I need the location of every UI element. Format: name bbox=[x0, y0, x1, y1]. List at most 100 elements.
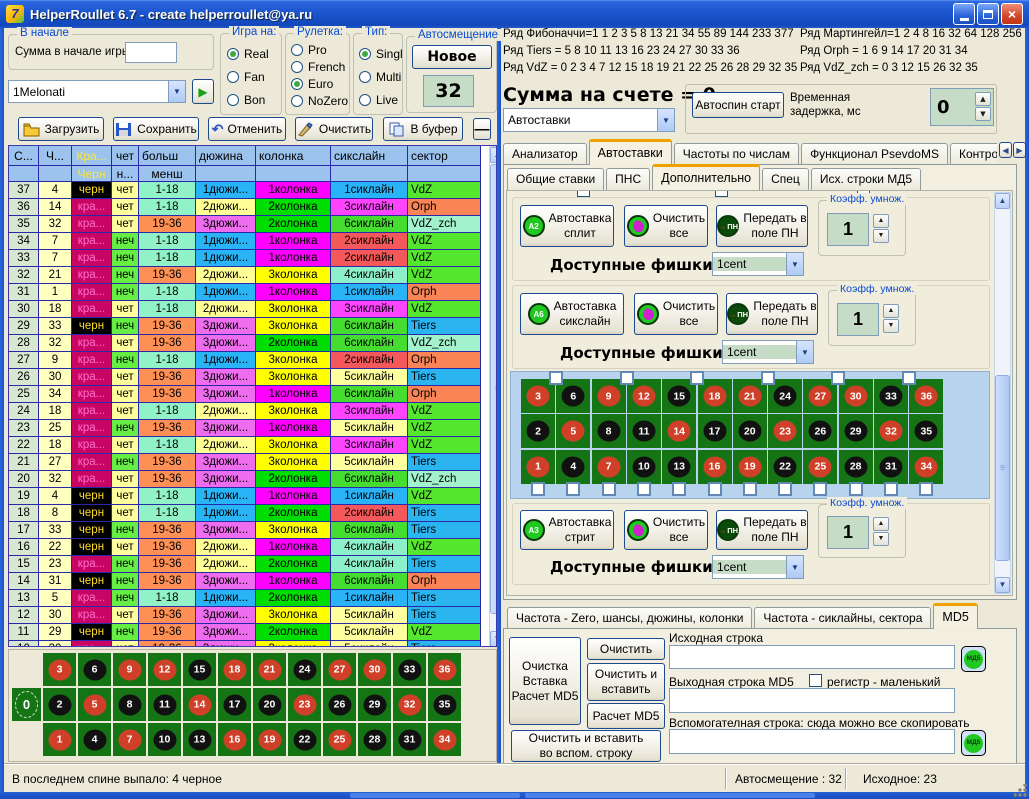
sixline-checkbox[interactable] bbox=[549, 371, 563, 385]
spin-down-button[interactable]: ▼ bbox=[883, 319, 899, 333]
scroll-up-button[interactable]: ▲ bbox=[490, 147, 497, 163]
bet-number-11[interactable]: 11 bbox=[627, 414, 661, 448]
spin-down-button[interactable]: ▼ bbox=[873, 532, 889, 546]
board-number-26[interactable]: 26 bbox=[323, 688, 356, 721]
tab-1[interactable]: Частота - Zero, шансы, дюжины, колонки bbox=[507, 607, 752, 629]
board-number-24[interactable]: 24 bbox=[288, 653, 321, 686]
md5-aux-input[interactable] bbox=[669, 729, 955, 754]
table-row[interactable]: 1230кра...чет19-363дюжи...3колонка5сикла… bbox=[9, 607, 496, 624]
board-number-36[interactable]: 36 bbox=[428, 653, 461, 686]
board-number-9[interactable]: 9 bbox=[113, 653, 146, 686]
bet-number-19[interactable]: 19 bbox=[733, 450, 767, 484]
table-row[interactable]: 1431черннеч19-363дюжи...1колонка6сиклайн… bbox=[9, 573, 496, 590]
board-number-31[interactable]: 31 bbox=[393, 723, 426, 756]
table-row[interactable]: 2127кра...неч19-363дюжи...3колонка5сикла… bbox=[9, 454, 496, 471]
chevron-down-icon[interactable]: ▼ bbox=[657, 109, 674, 131]
street-checkbox[interactable] bbox=[849, 482, 863, 496]
tab-2[interactable]: Автоставки bbox=[589, 139, 672, 165]
bet-number-20[interactable]: 20 bbox=[733, 414, 767, 448]
sixline-checkbox[interactable] bbox=[902, 371, 916, 385]
clear-button[interactable]: Очистить bbox=[295, 117, 373, 141]
sixline-checkbox[interactable] bbox=[831, 371, 845, 385]
table-row[interactable]: 347кра...неч1-181дюжи...1колонка2сиклайн… bbox=[9, 233, 496, 250]
spin-up-button[interactable]: ▲ bbox=[873, 517, 889, 531]
bet-checkbox[interactable] bbox=[715, 190, 728, 197]
board-number-10[interactable]: 10 bbox=[148, 723, 181, 756]
street-checkbox[interactable] bbox=[531, 482, 545, 496]
tabs-scroll-left-button[interactable]: ◀ bbox=[999, 142, 1012, 158]
street-checkbox[interactable] bbox=[778, 482, 792, 496]
street-checkbox[interactable] bbox=[602, 482, 616, 496]
table-row[interactable]: 2325кра...неч19-363дюжи...1колонка5сикла… bbox=[9, 420, 496, 437]
register-checkbox[interactable] bbox=[809, 674, 822, 687]
street-checkbox[interactable] bbox=[919, 482, 933, 496]
autobet-sixline-button[interactable]: A6 Автоставкасикслайн bbox=[520, 293, 624, 335]
radio-option-euro[interactable]: Euro bbox=[291, 77, 348, 91]
board-number-34[interactable]: 34 bbox=[428, 723, 461, 756]
scrollbar-thumb[interactable]: ≡ bbox=[490, 164, 497, 614]
radio-option-pro[interactable]: Pro bbox=[291, 43, 348, 57]
table-row[interactable]: 1622чернчет19-362дюжи...1колонка4сиклайн… bbox=[9, 539, 496, 556]
table-row[interactable]: 2418кра...чет1-182дюжи...3колонка3сиклай… bbox=[9, 403, 496, 420]
board-number-17[interactable]: 17 bbox=[218, 688, 251, 721]
sixline-checkbox[interactable] bbox=[620, 371, 634, 385]
bet-number-29[interactable]: 29 bbox=[839, 414, 873, 448]
radio-option-french[interactable]: French bbox=[291, 60, 348, 74]
board-number-28[interactable]: 28 bbox=[358, 723, 391, 756]
board-number-30[interactable]: 30 bbox=[358, 653, 391, 686]
spin-up-button[interactable]: ▲ bbox=[975, 92, 991, 106]
board-number-5[interactable]: 5 bbox=[78, 688, 111, 721]
bet-number-35[interactable]: 35 bbox=[909, 414, 943, 448]
tab-5[interactable]: Контроль банкрол bbox=[950, 143, 997, 165]
table-row[interactable]: 3532кра...чет19-363дюжи...2колонка6сикла… bbox=[9, 216, 496, 233]
scroll-down-button[interactable]: ▼ bbox=[995, 577, 1010, 593]
street-checkbox[interactable] bbox=[708, 482, 722, 496]
maximize-button[interactable] bbox=[977, 3, 999, 25]
md5-src-input[interactable] bbox=[669, 645, 955, 669]
board-number-14[interactable]: 14 bbox=[183, 688, 216, 721]
board-number-2[interactable]: 2 bbox=[43, 688, 76, 721]
table-row[interactable]: 2218кра...чет1-182дюжи...3колонка3сиклай… bbox=[9, 437, 496, 454]
chips-combo[interactable]: 1cent ▼ bbox=[722, 340, 814, 364]
run-button[interactable]: ▶ bbox=[192, 79, 214, 104]
autobets-scrollbar[interactable]: ▲ ≡ ▼ bbox=[994, 192, 1011, 594]
bet-number-16[interactable]: 16 bbox=[698, 450, 732, 484]
bet-number-34[interactable]: 34 bbox=[909, 450, 943, 484]
spin-down-button[interactable]: ▼ bbox=[975, 107, 991, 121]
bet-number-14[interactable]: 14 bbox=[662, 414, 696, 448]
board-number-15[interactable]: 15 bbox=[183, 653, 216, 686]
tab-2[interactable]: Частота - сиклайны, сектора bbox=[754, 607, 931, 629]
board-number-3[interactable]: 3 bbox=[43, 653, 76, 686]
bet-number-1[interactable]: 1 bbox=[521, 450, 555, 484]
board-number-20[interactable]: 20 bbox=[253, 688, 286, 721]
radio-option-fan[interactable]: Fan bbox=[227, 70, 269, 84]
table-row[interactable]: 3018кра...чет1-182дюжи...3колонка3сиклай… bbox=[9, 301, 496, 318]
radio-option-real[interactable]: Real bbox=[227, 47, 269, 61]
table-scrollbar[interactable]: ▲ ≡ ▼ bbox=[489, 146, 497, 647]
board-number-6[interactable]: 6 bbox=[78, 653, 111, 686]
chevron-down-icon[interactable]: ▼ bbox=[786, 556, 803, 578]
table-row[interactable]: 188чернчет1-181дюжи...2колонка2сиклайнTi… bbox=[9, 505, 496, 522]
board-number-8[interactable]: 8 bbox=[113, 688, 146, 721]
spin-up-button[interactable]: ▲ bbox=[883, 304, 899, 318]
board-number-18[interactable]: 18 bbox=[218, 653, 251, 686]
mode-combo[interactable]: Автоставки ▼ bbox=[503, 108, 675, 132]
spin-up-button[interactable]: ▲ bbox=[873, 214, 889, 228]
bet-number-31[interactable]: 31 bbox=[874, 450, 908, 484]
tab-3[interactable]: Дополнительно bbox=[652, 164, 760, 190]
md5-calc-button[interactable]: Расчет MD5 bbox=[587, 703, 665, 729]
table-row[interactable]: 374чернчет1-181дюжи...1колонка1сиклайнVd… bbox=[9, 182, 496, 199]
bet-number-4[interactable]: 4 bbox=[556, 450, 590, 484]
tab-3[interactable]: MD5 bbox=[933, 603, 977, 629]
transfer-pn-button[interactable]: →ПН Передать вполе ПН bbox=[726, 293, 818, 335]
md5-calc-icon-button[interactable]: МД5 bbox=[961, 730, 986, 756]
table-row[interactable]: 1733черннеч19-363дюжи...3колонка6сиклайн… bbox=[9, 522, 496, 539]
table-row[interactable]: 311кра...неч1-181дюжи...1колонка1сиклайн… bbox=[9, 284, 496, 301]
chevron-down-icon[interactable]: ▼ bbox=[796, 341, 813, 363]
autobet-split-button[interactable]: A2 Автоставкасплит bbox=[520, 205, 614, 247]
board-number-12[interactable]: 12 bbox=[148, 653, 181, 686]
board-number-21[interactable]: 21 bbox=[253, 653, 286, 686]
md5-clear-paste-button[interactable]: Очистить и вставить bbox=[587, 663, 665, 701]
md5-clear-paste-aux-button[interactable]: Очистить и вставить во вспом. строку bbox=[511, 730, 661, 762]
table-row[interactable]: 2630кра...чет19-363дюжи...3колонка5сикла… bbox=[9, 369, 496, 386]
